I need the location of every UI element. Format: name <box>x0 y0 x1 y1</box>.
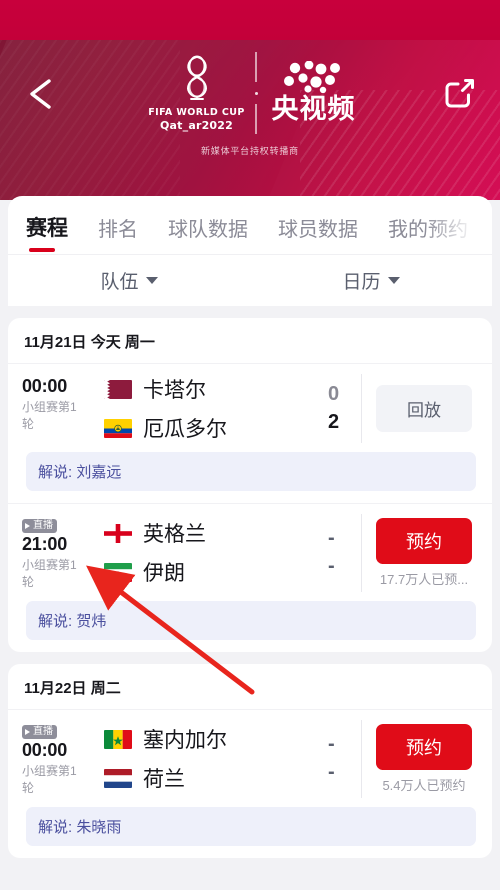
match-time: 21:00 <box>22 534 68 554</box>
match-action-column: 预约 5.4万人已预约 <box>362 720 480 798</box>
match-teams-column: 卡塔尔 厄瓜多尔 <box>104 374 328 443</box>
commentary-bar[interactable]: 解说: 朱晓雨 <box>26 806 476 846</box>
page-header: FIFA WORLD CUP Qat_ar2022 央视频 新媒体平台持权转播商 <box>0 0 500 200</box>
live-badge: 直播 <box>22 724 57 739</box>
flag-netherlands-icon <box>104 768 132 788</box>
filter-1[interactable]: 日历 <box>250 267 492 294</box>
match-teams-column: 塞内加尔 荷兰 <box>104 720 328 798</box>
match-row[interactable]: 00:00 小组赛第1轮 卡塔尔 厄瓜多尔 0 2 回放 解说: 刘嘉远 <box>8 364 492 503</box>
match-action-column: 回放 <box>362 374 480 443</box>
tab-4[interactable]: 我的预约 <box>388 213 468 254</box>
match-stage: 小组赛第1轮 <box>22 763 77 796</box>
flag-iran-icon <box>104 562 132 582</box>
away-team-name: 荷兰 <box>143 768 185 792</box>
tab-bar: 赛程 排名 球队数据 球员数据 我的预约 <box>8 196 492 254</box>
live-badge-label: 直播 <box>33 520 53 531</box>
cctv-brand-name: 央视频 <box>271 94 356 125</box>
brand-lockup: FIFA WORLD CUP Qat_ar2022 央视频 新媒体平台持权转播商 <box>0 52 500 157</box>
filter-label: 队伍 <box>100 272 139 293</box>
away-score: - <box>328 555 335 578</box>
play-icon <box>25 728 30 735</box>
match-row[interactable]: 直播 21:00 小组赛第1轮 英格兰 伊朗 - - 预约 17.7万人已预..… <box>8 503 492 652</box>
book-button[interactable]: 预约 <box>376 517 472 564</box>
match-score-column: - - <box>328 719 362 798</box>
fifa-logo-line2: Qat_ar2022 <box>160 119 233 132</box>
broadcaster-subtitle: 新媒体平台持权转播商 <box>200 146 299 156</box>
live-badge: 直播 <box>22 519 57 533</box>
replay-button[interactable]: 回放 <box>376 385 472 432</box>
away-team: 荷兰 <box>104 763 328 793</box>
flag-england-icon <box>104 523 132 543</box>
match-row[interactable]: 直播 00:00 小组赛第1轮 塞内加尔 荷兰 - - 预约 5.4万人已预约 … <box>8 710 492 858</box>
day-date-label: 11月21日 今天 周一 <box>8 318 492 364</box>
away-team-name: 伊朗 <box>143 562 185 586</box>
away-team: 厄瓜多尔 <box>104 413 328 443</box>
fifa-worldcup-logo: FIFA WORLD CUP Qat_ar2022 <box>145 54 249 132</box>
home-team-name: 卡塔尔 <box>143 379 206 402</box>
filter-bar: 队伍 日历 <box>8 254 492 306</box>
play-icon <box>25 523 30 529</box>
match-stage: 小组赛第1轮 <box>22 558 77 590</box>
booking-count: 5.4万人已预约 <box>382 777 466 793</box>
live-badge-label: 直播 <box>33 725 53 737</box>
filter-0[interactable]: 队伍 <box>8 267 250 294</box>
match-time-column: 直播 21:00 小组赛第1轮 <box>22 514 104 592</box>
day-date-label: 11月22日 周二 <box>8 664 492 710</box>
away-score: 2 <box>328 411 340 433</box>
tab-1[interactable]: 排名 <box>98 213 138 254</box>
chevron-down-icon <box>145 277 158 284</box>
away-team-name: 厄瓜多尔 <box>143 418 227 441</box>
home-team: 英格兰 <box>104 518 328 548</box>
match-time-column: 直播 00:00 小组赛第1轮 <box>22 720 104 798</box>
away-score: - <box>328 761 335 784</box>
home-team-name: 英格兰 <box>143 523 206 547</box>
day-card: 11月22日 周二 直播 00:00 小组赛第1轮 塞内加尔 荷兰 - - 预约… <box>8 663 492 858</box>
home-team-name: 塞内加尔 <box>143 729 227 753</box>
match-list[interactable]: 11月21日 今天 周一 00:00 小组赛第1轮 卡塔尔 厄瓜多尔 0 2 回… <box>0 318 500 890</box>
match-time-column: 00:00 小组赛第1轮 <box>22 374 104 443</box>
home-score: - <box>328 733 335 756</box>
day-card: 11月21日 今天 周一 00:00 小组赛第1轮 卡塔尔 厄瓜多尔 0 2 回… <box>8 318 492 652</box>
filter-label: 日历 <box>342 272 381 293</box>
booking-count: 17.7万人已预... <box>379 571 469 587</box>
tab-0[interactable]: 赛程 <box>26 212 68 254</box>
home-team: 卡塔尔 <box>104 374 328 404</box>
match-stage: 小组赛第1轮 <box>22 400 77 432</box>
commentary-bar[interactable]: 解说: 刘嘉远 <box>26 452 476 491</box>
home-team: 塞内加尔 <box>104 724 328 754</box>
app-root: FIFA WORLD CUP Qat_ar2022 央视频 新媒体平台持权转播商… <box>0 0 500 890</box>
match-time: 00:00 <box>22 739 68 760</box>
tab-3[interactable]: 球员数据 <box>278 213 358 254</box>
worldcup-trophy-icon <box>186 55 207 100</box>
match-score-column: 0 2 <box>328 374 362 443</box>
commentary-bar[interactable]: 解说: 贺炜 <box>26 600 476 640</box>
flag-senegal-icon <box>104 729 132 749</box>
away-team: 伊朗 <box>104 557 328 587</box>
match-score-column: - - <box>328 514 362 592</box>
match-teams-column: 英格兰 伊朗 <box>104 514 328 592</box>
match-time: 00:00 <box>22 376 68 396</box>
cctv-dots-icon <box>283 61 340 94</box>
content-sheet: 赛程 排名 球队数据 球员数据 我的预约 队伍 日历 <box>8 196 492 306</box>
flag-ecuador-icon <box>104 418 132 438</box>
tab-2[interactable]: 球队数据 <box>168 213 248 254</box>
match-action-column: 预约 17.7万人已预... <box>362 514 480 592</box>
home-score: - <box>328 527 335 550</box>
brand-divider <box>254 52 258 134</box>
home-score: 0 <box>328 383 340 405</box>
cctv-video-logo: 央视频 <box>272 61 356 125</box>
flag-qatar-icon <box>104 379 132 399</box>
book-button[interactable]: 预约 <box>376 723 472 770</box>
chevron-down-icon <box>387 277 400 284</box>
fifa-logo-line1: FIFA WORLD CUP <box>148 107 245 118</box>
